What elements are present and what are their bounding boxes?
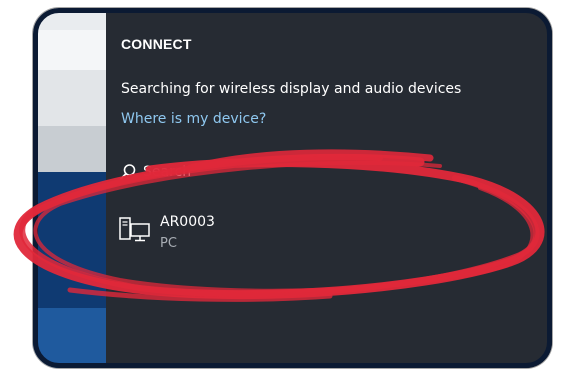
device-list-item[interactable]: AR0003 PC — [116, 208, 416, 264]
search-row[interactable]: Search — [119, 160, 191, 184]
search-status-text: Searching for wireless display and audio… — [121, 81, 462, 97]
where-is-my-device-link[interactable]: Where is my device? — [121, 111, 266, 127]
search-icon — [120, 164, 136, 180]
device-type: PC — [160, 236, 177, 251]
search-label: Search — [143, 164, 192, 180]
screenshot-stage: CONNECT Searching for wireless display a… — [0, 0, 563, 377]
background-window — [33, 8, 106, 368]
screenshot-frame: CONNECT Searching for wireless display a… — [33, 8, 552, 368]
panel-title: CONNECT — [121, 36, 192, 52]
connect-flyout: CONNECT Searching for wireless display a… — [106, 8, 552, 368]
pc-monitor-icon — [119, 217, 150, 242]
device-name: AR0003 — [160, 214, 215, 230]
